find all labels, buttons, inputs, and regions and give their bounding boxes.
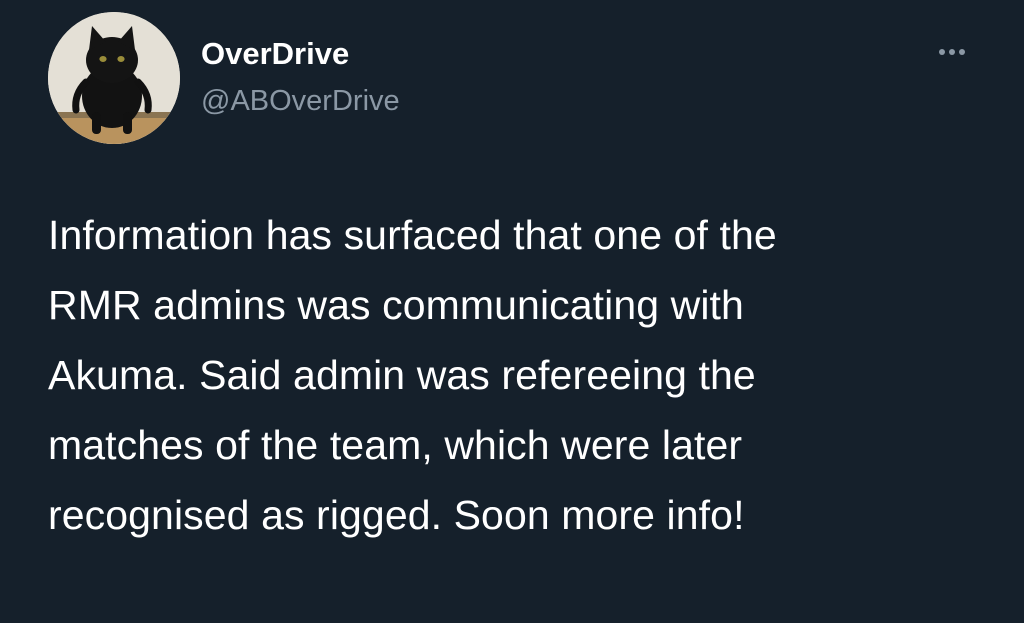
author-handle[interactable]: @ABOverDrive (201, 84, 400, 118)
tweet-text-line: RMR admins was communicating with (48, 282, 744, 328)
ellipsis-icon-dot (949, 49, 955, 55)
tweet-card: OverDrive @ABOverDrive Information has s… (0, 0, 1024, 623)
author-display-name[interactable]: OverDrive (201, 36, 349, 72)
tweet-text-line: Akuma. Said admin was refereeing the (48, 352, 756, 398)
black-cat-avatar-image (48, 12, 180, 144)
ellipsis-icon-dot (959, 49, 965, 55)
tweet-text: Information has surfaced that one of the… (48, 200, 988, 550)
avatar[interactable] (48, 12, 180, 144)
tweet-text-line: recognised as rigged. Soon more info! (48, 492, 745, 538)
more-options-button[interactable] (930, 38, 974, 66)
tweet-text-line: matches of the team, which were later (48, 422, 743, 468)
ellipsis-icon (939, 49, 945, 55)
tweet-text-line: Information has surfaced that one of the (48, 212, 777, 258)
